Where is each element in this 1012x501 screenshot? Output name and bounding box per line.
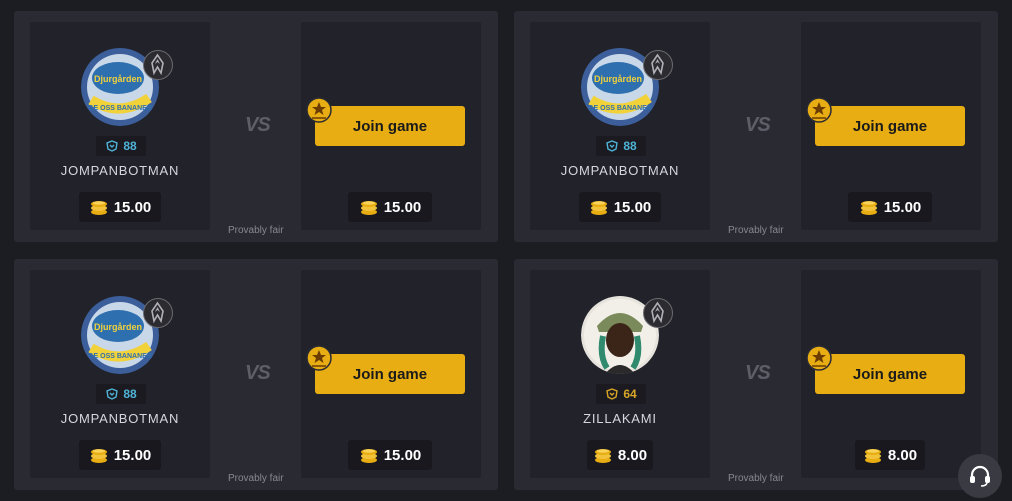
creator-username[interactable]: JOMPANBOTMAN bbox=[30, 163, 210, 178]
provably-fair-link[interactable]: Provably fair bbox=[728, 473, 784, 484]
level-value: 88 bbox=[123, 387, 137, 401]
coin-stack-icon bbox=[860, 201, 877, 215]
coin-stack-icon bbox=[594, 449, 611, 463]
level-shield-icon bbox=[606, 388, 619, 400]
level-value: 88 bbox=[623, 139, 637, 153]
star-badge-icon bbox=[806, 97, 832, 123]
coin-stack-icon bbox=[360, 449, 377, 463]
creator-username[interactable]: ZILLAKAMI bbox=[530, 411, 710, 426]
coin-stack-icon bbox=[864, 449, 881, 463]
bet-value: 15.00 bbox=[383, 446, 422, 464]
creator-panel: Djurgården GE OSS BANANER 88 JOMPANBOTMA… bbox=[30, 22, 210, 230]
level-value: 88 bbox=[123, 139, 137, 153]
support-button[interactable] bbox=[958, 454, 1002, 498]
svg-text:GE OSS BANANER: GE OSS BANANER bbox=[88, 353, 152, 360]
rank-icon bbox=[643, 50, 673, 80]
opponent-bet: 8.00 bbox=[855, 440, 925, 470]
bet-value: 15.00 bbox=[613, 198, 652, 216]
join-game-button[interactable]: Join game bbox=[815, 354, 965, 394]
rank-icon bbox=[143, 50, 173, 80]
level-badge: 88 bbox=[96, 384, 146, 404]
creator-username[interactable]: JOMPANBOTMAN bbox=[30, 411, 210, 426]
svg-text:Djurgården: Djurgården bbox=[94, 74, 142, 84]
opponent-bet: 15.00 bbox=[848, 192, 932, 222]
creator-avatar-wrap: Djurgården GE OSS BANANER bbox=[581, 48, 673, 126]
bet-value: 15.00 bbox=[883, 198, 922, 216]
creator-bet: 15.00 bbox=[79, 192, 161, 222]
creator-username[interactable]: JOMPANBOTMAN bbox=[530, 163, 710, 178]
rank-icon bbox=[643, 298, 673, 328]
join-game-button[interactable]: Join game bbox=[815, 106, 965, 146]
level-badge: 64 bbox=[596, 384, 646, 404]
svg-text:Djurgården: Djurgården bbox=[94, 322, 142, 332]
creator-bet: 8.00 bbox=[587, 440, 653, 470]
star-badge-icon bbox=[806, 345, 832, 371]
creator-avatar-wrap: Djurgården GE OSS BANANER bbox=[81, 296, 173, 374]
provably-fair-link[interactable]: Provably fair bbox=[228, 225, 284, 236]
level-badge: 88 bbox=[596, 136, 646, 156]
creator-panel: Djurgården GE OSS BANANER 88 JOMPANBOTMA… bbox=[30, 270, 210, 478]
opponent-bet: 15.00 bbox=[348, 192, 432, 222]
game-card-2: Djurgården GE OSS BANANER 88 JOMPANBOTMA… bbox=[514, 11, 998, 242]
level-badge: 88 bbox=[96, 136, 146, 156]
bet-value: 15.00 bbox=[113, 198, 152, 216]
level-shield-icon bbox=[106, 388, 119, 400]
level-shield-icon bbox=[106, 140, 119, 152]
creator-avatar-wrap: Djurgården GE OSS BANANER bbox=[81, 48, 173, 126]
bet-value: 15.00 bbox=[383, 198, 422, 216]
join-game-button[interactable]: Join game bbox=[315, 106, 465, 146]
svg-text:Djurgården: Djurgården bbox=[594, 74, 642, 84]
vs-label: VS bbox=[745, 362, 771, 384]
join-game-button[interactable]: Join game bbox=[315, 354, 465, 394]
vs-label: VS bbox=[245, 114, 271, 136]
svg-text:GE OSS BANANER: GE OSS BANANER bbox=[88, 105, 152, 112]
coin-stack-icon bbox=[360, 201, 377, 215]
opponent-bet: 15.00 bbox=[348, 440, 432, 470]
creator-bet: 15.00 bbox=[79, 440, 161, 470]
game-card-4: 64 ZILLAKAMI 8.00 VS 8.00 Join game Prov… bbox=[514, 259, 998, 490]
bet-value: 8.00 bbox=[617, 446, 648, 464]
creator-panel: 64 ZILLAKAMI 8.00 bbox=[530, 270, 710, 478]
rank-icon bbox=[143, 298, 173, 328]
vs-label: VS bbox=[245, 362, 271, 384]
creator-bet: 15.00 bbox=[579, 192, 661, 222]
provably-fair-link[interactable]: Provably fair bbox=[228, 473, 284, 484]
level-value: 64 bbox=[623, 387, 637, 401]
level-shield-icon bbox=[606, 140, 619, 152]
coin-stack-icon bbox=[90, 201, 107, 215]
bet-value: 8.00 bbox=[887, 446, 918, 464]
creator-avatar-wrap bbox=[581, 296, 673, 374]
vs-label: VS bbox=[745, 114, 771, 136]
star-badge-icon bbox=[306, 97, 332, 123]
svg-text:GE OSS BANANER: GE OSS BANANER bbox=[588, 105, 652, 112]
game-card-1: Djurgården GE OSS BANANER 88 JOMPANBOTMA… bbox=[14, 11, 498, 242]
bet-value: 15.00 bbox=[113, 446, 152, 464]
coin-stack-icon bbox=[90, 449, 107, 463]
coin-stack-icon bbox=[590, 201, 607, 215]
game-card-3: Djurgården GE OSS BANANER 88 JOMPANBOTMA… bbox=[14, 259, 498, 490]
provably-fair-link[interactable]: Provably fair bbox=[728, 225, 784, 236]
star-badge-icon bbox=[306, 345, 332, 371]
headset-icon bbox=[970, 465, 990, 487]
creator-panel: Djurgården GE OSS BANANER 88 JOMPANBOTMA… bbox=[530, 22, 710, 230]
